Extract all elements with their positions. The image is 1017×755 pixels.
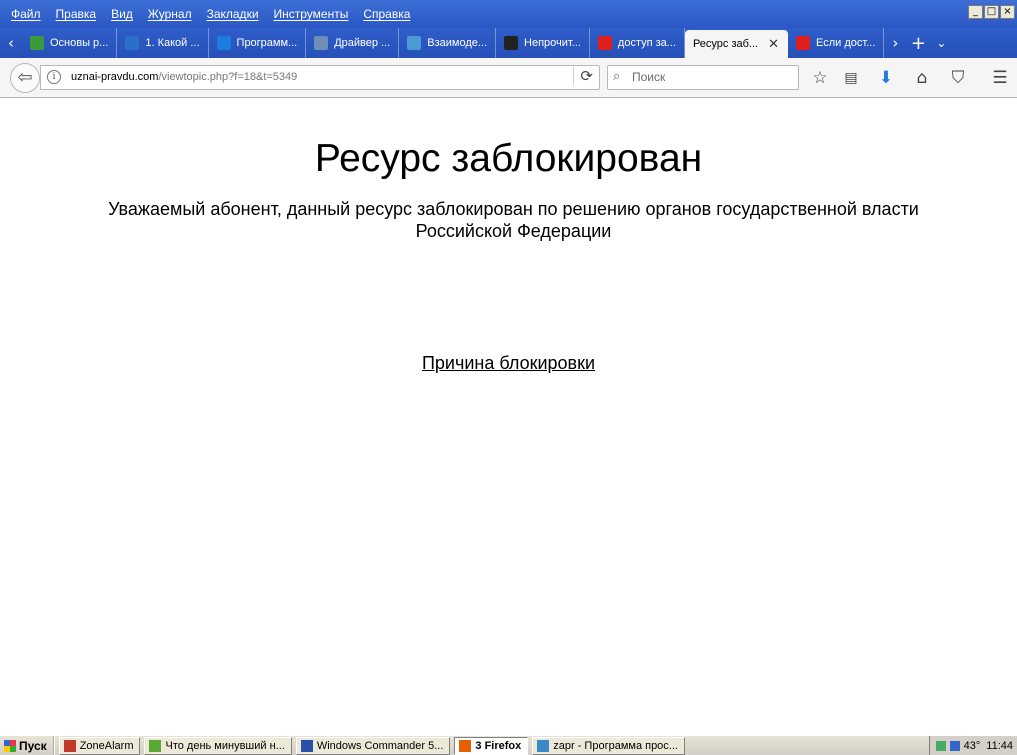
menu-item[interactable]: Вид (111, 7, 133, 21)
tab[interactable]: Программ... (209, 28, 307, 58)
menu-item[interactable]: Закладки (207, 7, 259, 21)
tab-scroll-left-icon[interactable]: ‹ (0, 28, 22, 58)
network-icon[interactable] (949, 741, 960, 751)
green-leaf-icon (30, 36, 44, 50)
bookmarks-list-icon[interactable]: ▤ (840, 67, 862, 89)
tab-label: Ресурс заб... (692, 38, 759, 50)
start-label: Пуск (19, 738, 47, 753)
minimize-button[interactable]: _ (968, 5, 983, 19)
page-title: Ресурс заблокирован (314, 137, 703, 180)
yandex-icon (796, 36, 811, 50)
block-reason-link[interactable]: Причина блокировки (0, 353, 1017, 374)
network-icon (407, 36, 422, 50)
maximize-button[interactable]: □ (984, 5, 999, 19)
tab-label: Программ... (236, 37, 298, 49)
close-tab-icon[interactable]: ✕ (768, 37, 779, 52)
taskbar: Пуск ZoneAlarm Что день минувший н... Wind… (0, 735, 1017, 755)
tab-label: Взаимоде... (427, 37, 488, 49)
taskbar-item[interactable]: 3 Firefox (454, 736, 529, 755)
search-input[interactable] (632, 70, 792, 84)
search-bar[interactable]: ⌕ (607, 65, 799, 90)
hamburger-menu-icon[interactable]: ☰ (989, 67, 1011, 89)
menu-item[interactable]: Журнал (148, 7, 192, 21)
taskbar-item-label: Windows Commander 5... (316, 739, 444, 752)
blue-s-icon (125, 36, 140, 50)
tab[interactable]: Если дост... (788, 28, 885, 58)
taskbar-item-label: zapr - Программа прос... (553, 739, 678, 752)
windows-logo-icon (4, 739, 16, 752)
tab[interactable]: 1. Какой ... (117, 28, 209, 58)
taskbar-item[interactable]: zapr - Программа прос... (532, 736, 685, 755)
url-path: /viewtopic.php?f=18&t=5349 (158, 71, 298, 83)
menu-bar: Файл Правка Вид Журнал Закладки Инструменты Сп… (0, 0, 1017, 28)
taskbar-item[interactable]: Windows Commander 5... (295, 736, 451, 755)
tab-list-dropdown-icon[interactable]: ⌄ (930, 28, 952, 58)
url-host: uznai-pravdu.com (71, 71, 159, 83)
taskbar-item-label: 3 Firefox (475, 739, 522, 752)
reload-icon[interactable]: ⟳ (573, 67, 593, 85)
site-info-icon[interactable]: i (47, 70, 61, 84)
tab[interactable]: Драйвер ... (306, 28, 400, 58)
tab-strip: ‹ Основы р... 1. Какой ... Программ... Драй… (0, 28, 1017, 58)
app-icon (459, 739, 472, 752)
task-list: ZoneAlarm Что день минувший н... Windows C… (55, 736, 685, 755)
tab-label: Непрочит... (524, 37, 581, 49)
clock: 11:44 (986, 740, 1013, 752)
taskbar-item-label: Что день минувший н... (165, 739, 285, 752)
bookmark-star-icon[interactable]: ☆ (809, 67, 831, 89)
tab-label: Драйвер ... (334, 37, 391, 49)
tab[interactable]: Основы р... (22, 28, 118, 58)
tab-label: 1. Какой ... (145, 37, 200, 49)
menu-item[interactable]: Инструменты (274, 7, 349, 21)
tab-label: Если дост... (816, 37, 876, 49)
menu-item[interactable]: Справка (363, 7, 410, 21)
pocket-icon[interactable]: ⛉ (947, 67, 969, 89)
tab-label: доступ за... (617, 37, 676, 49)
start-button[interactable]: Пуск (0, 736, 55, 755)
download-icon[interactable]: ⬇ (875, 67, 897, 89)
app-icon (63, 739, 76, 752)
yandex-icon (597, 36, 612, 50)
tab[interactable]: Непрочит... (496, 28, 590, 58)
tab-label: Основы р... (50, 37, 109, 49)
new-tab-button[interactable]: + (906, 33, 930, 54)
tab-list: Основы р... 1. Какой ... Программ... Драйве… (22, 28, 885, 58)
navigation-bar: i uznai-pravdu.com/viewtopic.php?f=18&t=… (0, 58, 1017, 98)
home-icon[interactable]: ⌂ (911, 67, 933, 89)
taskbar-item[interactable]: Что день минувший н... (144, 736, 292, 755)
search-icon: ⌕ (613, 69, 621, 84)
tab[interactable]: Взаимоде... (399, 28, 497, 58)
temperature: 43° (963, 740, 981, 752)
taskbar-item-label: ZoneAlarm (79, 739, 134, 752)
h-letter-icon (314, 36, 329, 50)
app-icon (537, 739, 550, 752)
tab[interactable]: доступ за... (590, 28, 685, 58)
tab-scroll-right-icon[interactable]: › (884, 28, 906, 58)
close-window-button[interactable]: × (1000, 5, 1015, 19)
url-bar[interactable]: i uznai-pravdu.com/viewtopic.php?f=18&t=… (40, 65, 600, 90)
window-controls: _ □ × (968, 5, 1015, 19)
blue-circle-icon (216, 36, 231, 50)
tab-active[interactable]: Ресурс заб... ✕ (684, 30, 789, 58)
menu-item[interactable]: Файл (11, 7, 41, 21)
block-notice: Уважаемый абонент, данный ресурс заблоки… (108, 199, 919, 241)
app-icon (300, 739, 313, 752)
page-content: Ресурс заблокирован Уважаемый абонент, д… (0, 99, 1017, 735)
soccer-ball-icon (504, 36, 519, 50)
menu-list: Файл Правка Вид Журнал Закладки Инструменты Сп… (0, 7, 425, 21)
menu-item[interactable]: Правка (56, 7, 97, 21)
url-text[interactable]: uznai-pravdu.com/viewtopic.php?f=18&t=53… (71, 71, 297, 83)
tray-app-icon[interactable] (935, 741, 946, 751)
taskbar-item[interactable]: ZoneAlarm (58, 736, 141, 755)
back-button[interactable]: ⇦ (10, 63, 40, 93)
system-tray: 43° 11:44 (928, 736, 1017, 755)
app-icon (149, 739, 162, 752)
